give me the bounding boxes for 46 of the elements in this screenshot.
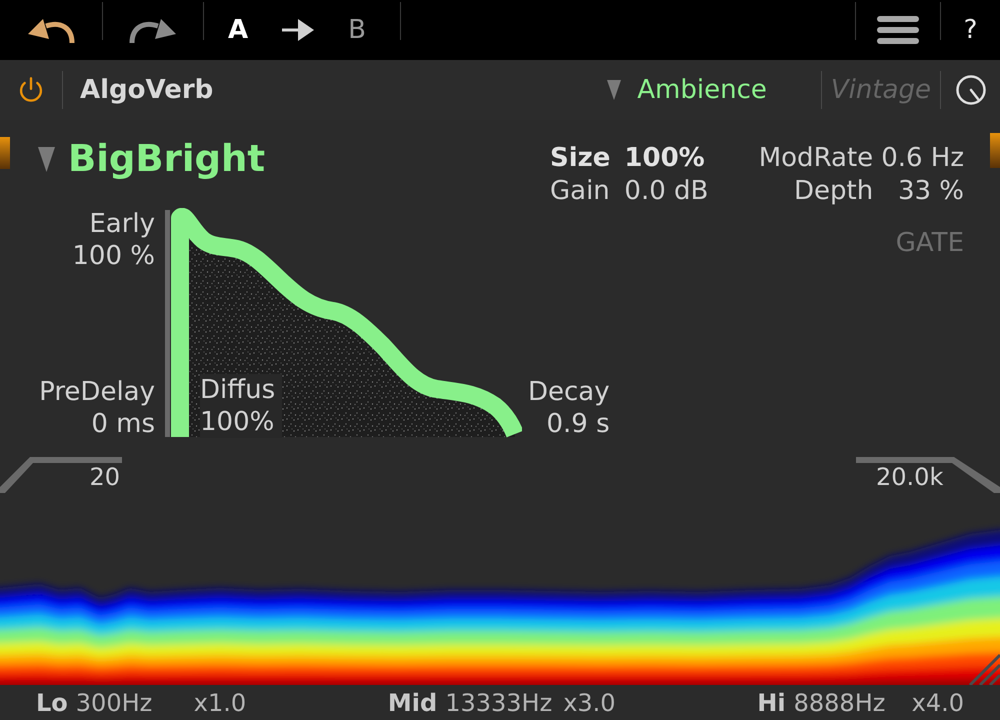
envelope-label: Diffus [200,374,282,406]
low-cut-handle[interactable]: 20 [0,457,122,493]
side-handle-icon[interactable] [990,133,1000,168]
envelope-value[interactable]: 100 % [72,240,155,272]
high-cut-handle[interactable]: 20.0k [856,457,1000,493]
param-value[interactable]: 100% [624,142,708,175]
param-value[interactable]: 33 % [881,175,964,208]
envelope-value[interactable]: 0.9 s [546,408,610,440]
param-label: Size [550,142,610,175]
side-handle-icon[interactable] [0,137,10,169]
caret-icon[interactable] [38,146,55,172]
power-icon[interactable] [19,76,43,104]
slope-icon [948,457,1000,493]
band-factor[interactable]: x4.0 [912,688,964,718]
plugin-name: AlgoVerb [79,74,214,106]
compare-slot-tab[interactable]: A [228,15,248,45]
param-value[interactable]: 0.0 dB [624,175,708,208]
envelope-value[interactable]: 0 ms [91,408,155,440]
decay-envelope-graph[interactable] [165,208,522,440]
compare-slot-tab[interactable]: B [348,15,366,45]
param-label: Gain [550,175,610,208]
resize-grip-icon[interactable] [966,651,1000,685]
band-frequency[interactable]: 300Hz [76,688,186,718]
band-frequency[interactable]: 8888Hz [794,688,904,718]
band-factor[interactable]: x1.0 [194,688,246,718]
knob-icon[interactable] [956,75,986,105]
redo-icon[interactable] [128,16,178,44]
envelope-value[interactable]: 100% [200,406,282,438]
param-label: ModRate [758,142,874,175]
arrow-right-icon[interactable] [282,18,314,42]
param-label: Depth [792,175,874,208]
help-button[interactable]: ? [964,15,978,45]
band-label: Hi [757,688,786,718]
category-dropdown[interactable]: Ambience [637,70,767,110]
band-label: Lo [36,688,68,718]
band-label: Mid [388,688,438,718]
param-value[interactable]: 0.6 Hz [881,142,964,175]
band-factor[interactable]: x3.0 [563,688,616,718]
preset-name[interactable]: BigBright [68,138,266,180]
band-frequency[interactable]: 13333Hz [445,688,556,718]
envelope-label: PreDelay [39,376,155,408]
menu-icon[interactable] [877,16,919,44]
caret-icon[interactable] [607,80,622,100]
envelope-label: Early [89,208,155,240]
envelope-label: Decay [528,376,610,408]
slope-icon [0,457,36,493]
